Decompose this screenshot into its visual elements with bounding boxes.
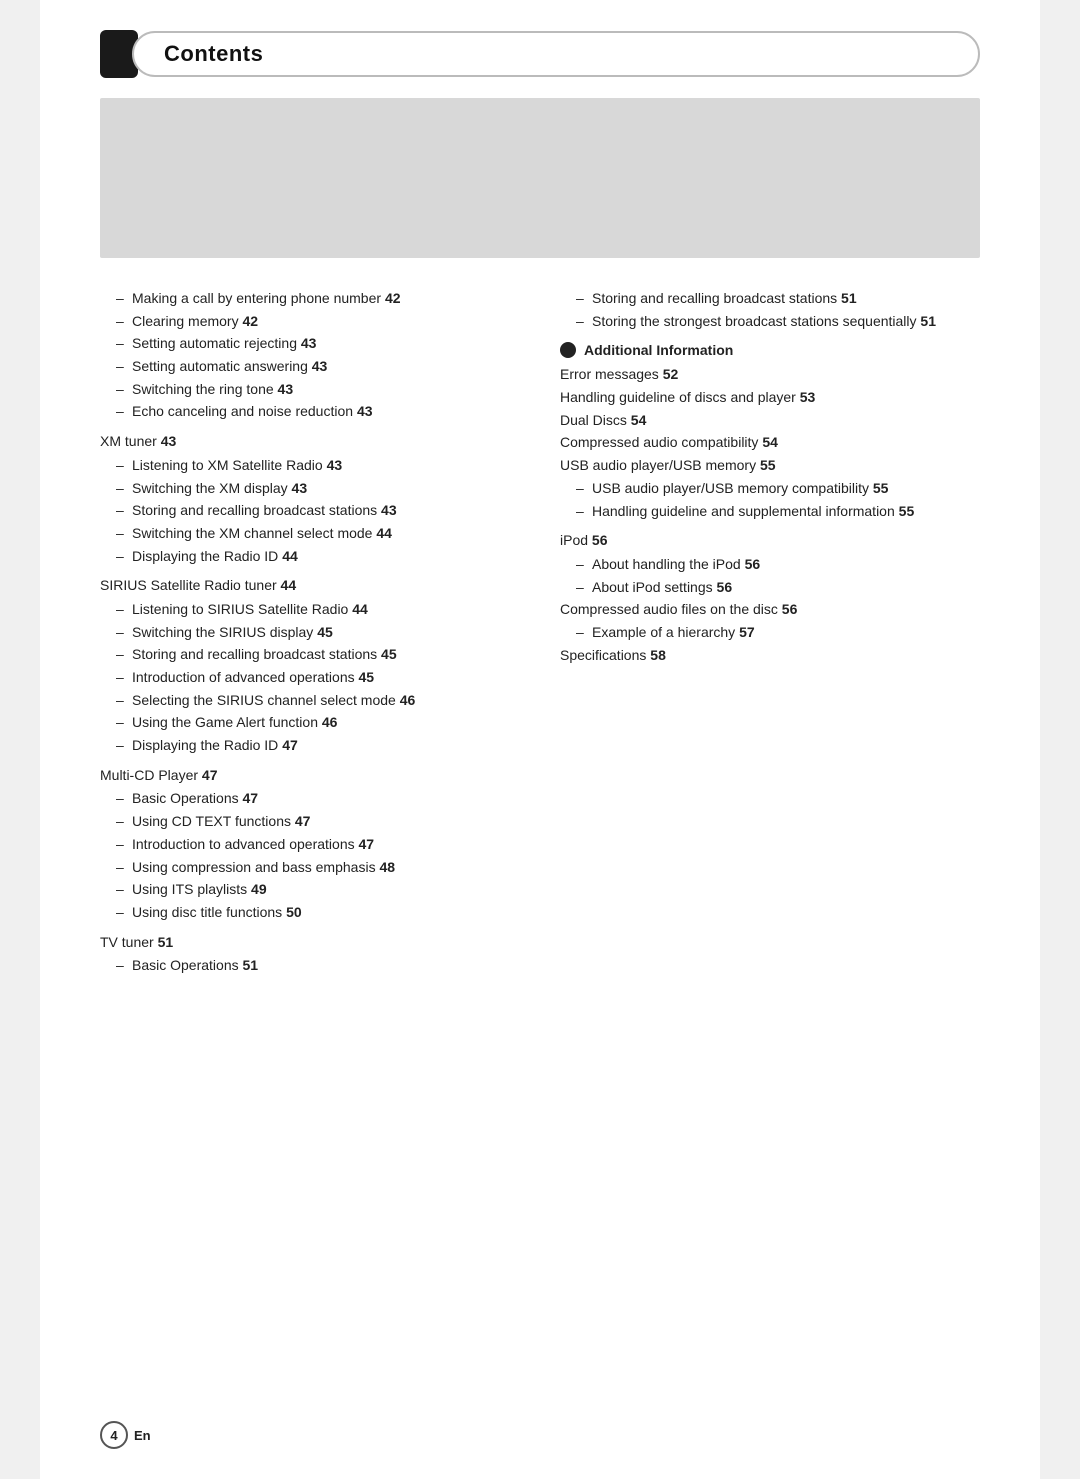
- list-item: Clearing memory 42: [100, 311, 520, 333]
- list-item: Multi-CD Player 47: [100, 765, 520, 787]
- list-item: Basic Operations 47: [100, 788, 520, 810]
- list-item: Error messages 52: [560, 364, 980, 386]
- list-item: Using the Game Alert function 46: [100, 712, 520, 734]
- bullet-icon: [560, 342, 576, 358]
- list-item: Handling guideline of discs and player 5…: [560, 387, 980, 409]
- list-item: Using CD TEXT functions 47: [100, 811, 520, 833]
- list-item: Selecting the SIRIUS channel select mode…: [100, 690, 520, 712]
- list-item: Storing and recalling broadcast stations…: [100, 500, 520, 522]
- left-column: Making a call by entering phone number 4…: [100, 288, 520, 978]
- list-item: Echo canceling and noise reduction 43: [100, 401, 520, 423]
- list-item: Displaying the Radio ID 44: [100, 546, 520, 568]
- list-item: Introduction to advanced operations 47: [100, 834, 520, 856]
- list-item: iPod 56: [560, 530, 980, 552]
- list-item: TV tuner 51: [100, 932, 520, 954]
- list-item: Basic Operations 51: [100, 955, 520, 977]
- list-item: Storing and recalling broadcast stations…: [100, 644, 520, 666]
- footer-page-number: 4: [100, 1421, 128, 1449]
- list-item: Displaying the Radio ID 47: [100, 735, 520, 757]
- list-item: Setting automatic answering 43: [100, 356, 520, 378]
- gray-decorative-area: [100, 98, 980, 258]
- page-title: Contents: [132, 31, 980, 77]
- list-item: Making a call by entering phone number 4…: [100, 288, 520, 310]
- list-item: USB audio player/USB memory compatibilit…: [560, 478, 980, 500]
- list-item: Using compression and bass emphasis 48: [100, 857, 520, 879]
- list-item: Listening to XM Satellite Radio 43: [100, 455, 520, 477]
- list-item: Example of a hierarchy 57: [560, 622, 980, 644]
- list-item: Compressed audio files on the disc 56: [560, 599, 980, 621]
- list-item: Handling guideline and supplemental info…: [560, 501, 980, 523]
- list-item: Storing and recalling broadcast stations…: [560, 288, 980, 310]
- list-item: Switching the XM channel select mode 44: [100, 523, 520, 545]
- content-columns: Making a call by entering phone number 4…: [100, 288, 980, 978]
- list-item: Specifications 58: [560, 645, 980, 667]
- list-item: Using disc title functions 50: [100, 902, 520, 924]
- list-item: Switching the SIRIUS display 45: [100, 622, 520, 644]
- list-item: Introduction of advanced operations 45: [100, 667, 520, 689]
- list-item: About handling the iPod 56: [560, 554, 980, 576]
- list-item: Switching the ring tone 43: [100, 379, 520, 401]
- list-item: Listening to SIRIUS Satellite Radio 44: [100, 599, 520, 621]
- page-footer: 4 En: [100, 1421, 151, 1449]
- list-item: Switching the XM display 43: [100, 478, 520, 500]
- list-item: Storing the strongest broadcast stations…: [560, 311, 980, 333]
- list-item: SIRIUS Satellite Radio tuner 44: [100, 575, 520, 597]
- right-column: Storing and recalling broadcast stations…: [560, 288, 980, 667]
- list-item: Setting automatic rejecting 43: [100, 333, 520, 355]
- page-container: Contents Making a call by entering phone…: [40, 0, 1040, 1479]
- list-item: Using ITS playlists 49: [100, 879, 520, 901]
- list-item: About iPod settings 56: [560, 577, 980, 599]
- list-item: Compressed audio compatibility 54: [560, 432, 980, 454]
- additional-info-heading: Additional Information: [560, 342, 980, 358]
- list-item: Dual Discs 54: [560, 410, 980, 432]
- list-item: XM tuner 43: [100, 431, 520, 453]
- list-item: USB audio player/USB memory 55: [560, 455, 980, 477]
- header-bar: Contents: [100, 30, 980, 78]
- footer-language: En: [134, 1428, 151, 1443]
